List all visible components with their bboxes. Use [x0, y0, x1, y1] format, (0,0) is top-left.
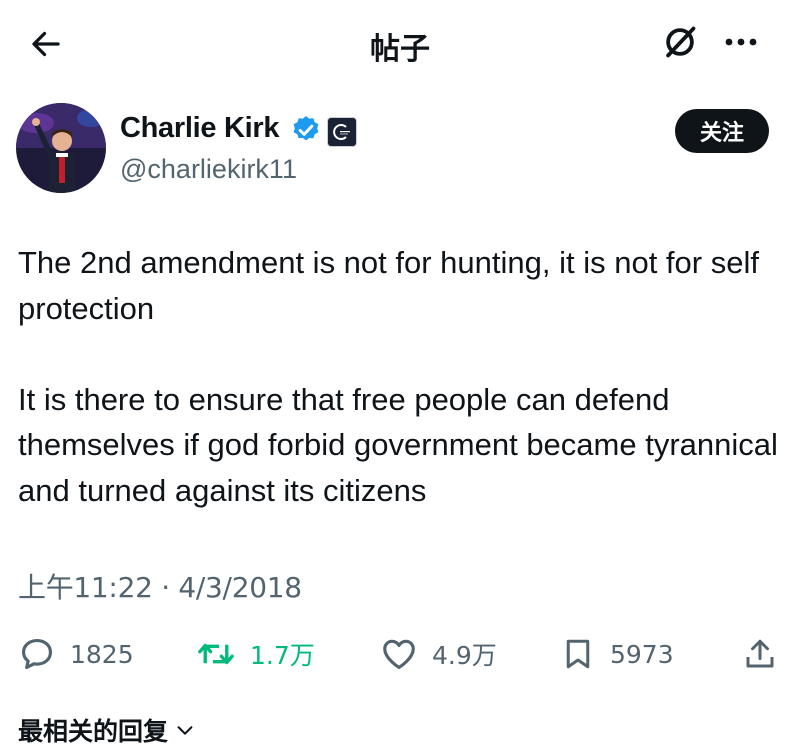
verified-badge-icon — [293, 116, 319, 141]
author-name[interactable]: Charlie Kirk — [120, 112, 279, 145]
retweet-icon — [198, 643, 234, 665]
reply-icon — [21, 638, 53, 670]
like-button[interactable]: 4.9万 — [380, 632, 497, 676]
bookmark-icon — [566, 639, 590, 669]
affiliation-badge-icon[interactable] — [327, 117, 357, 147]
reply-count: 1825 — [70, 639, 134, 669]
like-count: 4.9万 — [432, 641, 497, 670]
reply-button[interactable]: 1825 — [18, 632, 134, 676]
avatar[interactable] — [16, 103, 106, 193]
more-options-button[interactable] — [716, 20, 766, 64]
heart-icon — [383, 639, 415, 670]
author-handle[interactable]: @charliekirk11 — [120, 154, 297, 185]
bookmark-button[interactable]: 5973 — [560, 632, 674, 676]
replies-sort-dropdown[interactable]: 最相关的回复 — [18, 712, 196, 748]
grok-icon — [666, 26, 696, 58]
replies-sort-label: 最相关的回复 — [18, 717, 169, 746]
share-button[interactable] — [742, 632, 778, 676]
tweet-timestamp[interactable]: 上午11:22 · 4/3/2018 — [18, 566, 302, 606]
more-horizontal-icon — [725, 38, 757, 46]
follow-button[interactable]: 关注 — [675, 109, 769, 153]
chevron-down-icon — [177, 726, 193, 735]
tweet-text: The 2nd amendment is not for hunting, it… — [18, 240, 788, 513]
retweet-count: 1.7万 — [250, 641, 315, 670]
grok-button[interactable] — [658, 20, 702, 64]
tweet-paragraph: It is there to ensure that free people c… — [18, 381, 778, 508]
bookmark-count: 5973 — [610, 639, 674, 669]
affiliation-logo — [333, 124, 350, 140]
top-bar: 帖子 — [0, 0, 800, 86]
retweet-button[interactable]: 1.7万 — [196, 632, 315, 676]
avatar-image — [16, 103, 106, 193]
share-icon — [746, 639, 774, 668]
tweet-paragraph: The 2nd amendment is not for hunting, it… — [18, 245, 759, 326]
